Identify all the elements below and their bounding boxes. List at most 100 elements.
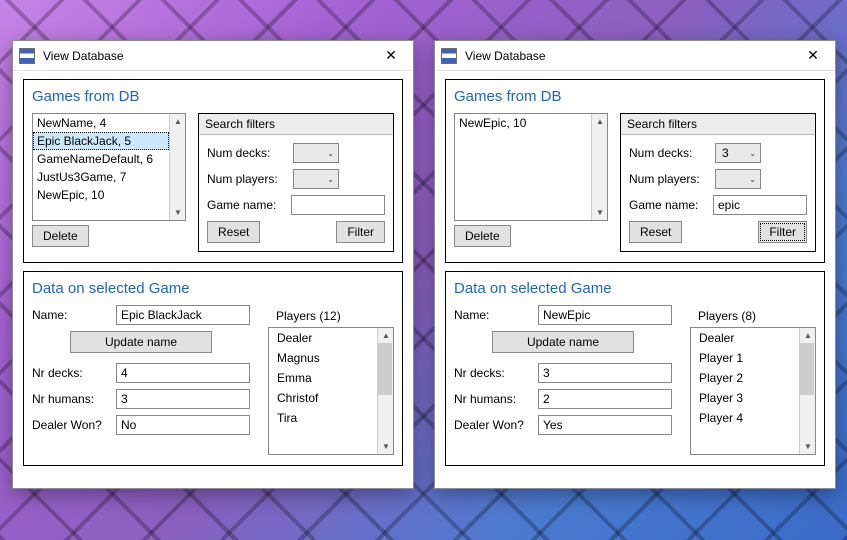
window-title: View Database <box>465 49 791 63</box>
data-heading: Data on selected Game <box>454 280 816 297</box>
list-item[interactable]: NewName, 4 <box>33 114 169 132</box>
chevron-up-icon[interactable]: ▲ <box>800 328 816 343</box>
nr-decks-label: Nr decks: <box>32 366 110 380</box>
num-decks-row-label: Num decks: <box>629 146 709 160</box>
nr-decks-input[interactable] <box>116 363 250 383</box>
list-item[interactable]: Player 4 <box>691 408 799 428</box>
list-item[interactable]: Player 1 <box>691 348 799 368</box>
nr-decks: Nr decks: <box>32 363 250 383</box>
nr-humans-label: Nr humans: <box>454 392 532 406</box>
game-name-input[interactable] <box>538 305 672 325</box>
chevron-up-icon[interactable]: ▲ <box>592 114 608 129</box>
filter-button[interactable]: Filter <box>758 221 807 243</box>
list-item[interactable]: Emma <box>269 368 377 388</box>
reset-button[interactable]: Reset <box>629 221 682 243</box>
scrollbar[interactable]: ▲▼ <box>591 114 607 220</box>
dealer-won-input[interactable] <box>116 415 250 435</box>
list-item[interactable]: Epic BlackJack, 5 <box>33 132 169 150</box>
chevron-up-icon[interactable]: ▲ <box>378 328 394 343</box>
close-button[interactable]: ✕ <box>791 41 835 71</box>
list-item[interactable]: NewEpic, 10 <box>33 186 169 204</box>
game-name-row-label: Game name: <box>207 198 285 212</box>
nr-decks-input[interactable] <box>538 363 672 383</box>
chevron-down-icon: ⌄ <box>749 175 756 184</box>
chevron-up-icon[interactable]: ▲ <box>170 114 186 129</box>
scrollbar[interactable]: ▲▼ <box>169 114 185 220</box>
list-item[interactable]: JustUs3Game, 7 <box>33 168 169 186</box>
games-heading: Games from DB <box>454 88 816 105</box>
window-body: Games from DBNewEpic, 10▲▼DeleteSearch f… <box>435 71 835 488</box>
nr-humans-label: Nr humans: <box>32 392 110 406</box>
titlebar[interactable]: View Database ✕ <box>13 41 413 71</box>
num-decks-dropdown[interactable]: 3⌄ <box>715 143 761 163</box>
close-icon: ✕ <box>807 47 819 64</box>
dealer-won-label: Dealer Won? <box>454 418 532 432</box>
list-item[interactable]: NewEpic, 10 <box>455 114 591 132</box>
num-decks-row: Num decks:3⌄ <box>629 143 807 163</box>
list-item[interactable]: Player 3 <box>691 388 799 408</box>
game-name-input[interactable] <box>713 195 807 215</box>
app-icon <box>441 48 457 64</box>
game-name-label: Name: <box>32 308 110 322</box>
reset-button[interactable]: Reset <box>207 221 260 243</box>
list-item[interactable]: Dealer <box>691 328 799 348</box>
dealer-won: Dealer Won? <box>32 415 250 435</box>
num-players-dropdown[interactable]: ⌄ <box>715 169 761 189</box>
update-name-button[interactable]: Update name <box>70 331 212 353</box>
game-name-row-label: Game name: <box>629 198 707 212</box>
filters-panel: Search filtersNum decks:3⌄Num players:⌄G… <box>620 113 816 252</box>
num-decks-dropdown-value: 3 <box>722 146 729 160</box>
chevron-down-icon[interactable]: ▼ <box>170 205 186 220</box>
list-item[interactable]: Dealer <box>269 328 377 348</box>
delete-button[interactable]: Delete <box>454 225 511 247</box>
games-section: Games from DBNewName, 4Epic BlackJack, 5… <box>23 79 403 263</box>
dealer-won-input[interactable] <box>538 415 672 435</box>
scrollbar[interactable]: ▲▼ <box>799 328 815 454</box>
chevron-down-icon: ⌄ <box>327 175 334 184</box>
game-name-input[interactable] <box>291 195 385 215</box>
list-item[interactable]: Magnus <box>269 348 377 368</box>
close-button[interactable]: ✕ <box>369 41 413 71</box>
scrollbar[interactable]: ▲▼ <box>377 328 393 454</box>
games-listbox[interactable]: NewName, 4Epic BlackJack, 5GameNameDefau… <box>32 113 186 221</box>
list-item[interactable]: Tira <box>269 408 377 428</box>
num-decks-dropdown[interactable]: ⌄ <box>293 143 339 163</box>
window-view-database: View Database✕Games from DBNewEpic, 10▲▼… <box>434 40 836 489</box>
chevron-down-icon: ⌄ <box>327 149 334 158</box>
game-name-row: Game name: <box>207 195 385 215</box>
players-heading: Players (8) <box>698 309 816 323</box>
scrollbar-thumb[interactable] <box>800 343 814 395</box>
update-name-button[interactable]: Update name <box>492 331 634 353</box>
chevron-down-icon[interactable]: ▼ <box>592 205 608 220</box>
games-listbox[interactable]: NewEpic, 10▲▼ <box>454 113 608 221</box>
chevron-down-icon: ⌄ <box>749 149 756 158</box>
chevron-down-icon[interactable]: ▼ <box>800 439 816 454</box>
data-section: Data on selected Game Name: Update name Nr … <box>445 271 825 466</box>
delete-button[interactable]: Delete <box>32 225 89 247</box>
chevron-down-icon[interactable]: ▼ <box>378 439 394 454</box>
nr-humans-input[interactable] <box>538 389 672 409</box>
list-item[interactable]: Christof <box>269 388 377 408</box>
players-listbox[interactable]: DealerPlayer 1Player 2Player 3Player 4▲▼ <box>690 327 816 455</box>
num-players-row-label: Num players: <box>207 172 287 186</box>
list-item[interactable]: GameNameDefault, 6 <box>33 150 169 168</box>
titlebar[interactable]: View Database ✕ <box>435 41 835 71</box>
scrollbar-thumb[interactable] <box>378 343 392 395</box>
filter-button[interactable]: Filter <box>336 221 385 243</box>
data-section: Data on selected GameName:Update nameNr … <box>23 271 403 466</box>
game-name-label: Name: <box>454 308 532 322</box>
game-name: Name: <box>454 305 672 325</box>
close-icon: ✕ <box>385 47 397 64</box>
app-icon <box>19 48 35 64</box>
filters-heading: Search filters <box>621 114 815 135</box>
list-item[interactable]: Player 2 <box>691 368 799 388</box>
num-decks-row-label: Num decks: <box>207 146 287 160</box>
players-listbox[interactable]: DealerMagnusEmmaChristofTira▲▼ <box>268 327 394 455</box>
game-name-row: Game name: <box>629 195 807 215</box>
nr-humans-input[interactable] <box>116 389 250 409</box>
game-name-input[interactable] <box>116 305 250 325</box>
nr-humans: Nr humans: <box>32 389 250 409</box>
game-name: Name: <box>32 305 250 325</box>
window-title: View Database <box>43 49 369 63</box>
num-players-dropdown[interactable]: ⌄ <box>293 169 339 189</box>
